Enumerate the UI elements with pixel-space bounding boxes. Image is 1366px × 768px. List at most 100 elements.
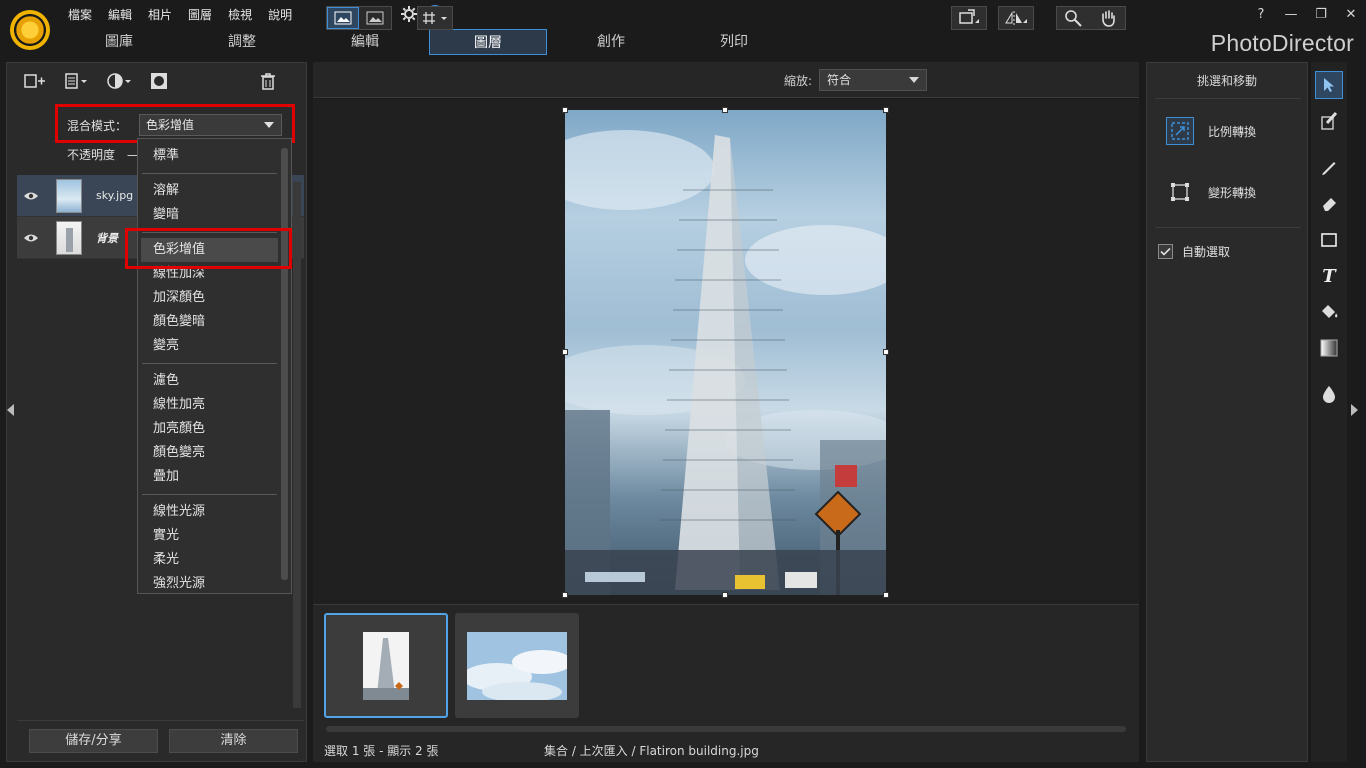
menu-separator [142, 494, 277, 495]
resize-handle[interactable] [562, 349, 568, 355]
shape-transform-label: 變形轉換 [1208, 185, 1257, 200]
blend-option[interactable]: 強烈光源 [138, 572, 278, 593]
adjustment-layer-icon[interactable] [106, 69, 132, 93]
shape-transform-option[interactable]: 變形轉換 [1166, 178, 1256, 206]
zoom-select[interactable]: 符合 [819, 69, 927, 91]
grid-toggle-icon[interactable] [417, 6, 453, 30]
blend-option[interactable]: 柔光 [138, 548, 278, 572]
menu-view[interactable]: 檢視 [220, 5, 260, 25]
minimize-button[interactable]: — [1276, 2, 1306, 26]
single-view-icon[interactable] [327, 7, 359, 29]
zoom-value: 符合 [827, 73, 852, 87]
menu-file[interactable]: 檔案 [60, 5, 100, 25]
restore-button[interactable]: ❐ [1306, 2, 1336, 26]
blend-mode-dropdown: 標準 溶解 變暗 色彩增值 線性加深 加深顏色 顏色變暗 變亮 濾色 線性加亮 … [137, 138, 292, 594]
resize-handle[interactable] [562, 592, 568, 598]
dropdown-scrollbar[interactable] [281, 148, 288, 580]
blend-option[interactable]: 溶解 [138, 179, 278, 203]
text-tool-glyph: T [1322, 265, 1336, 287]
tab-print[interactable]: 列印 [675, 29, 793, 55]
tab-layers[interactable]: 圖層 [429, 29, 547, 55]
tab-adjust[interactable]: 調整 [183, 29, 301, 55]
collapse-left-arrow-icon[interactable] [7, 404, 14, 416]
tab-edit[interactable]: 編輯 [306, 29, 424, 55]
layer-thumbnail [56, 220, 82, 255]
menu-help[interactable]: 說明 [260, 5, 300, 25]
blend-option[interactable]: 變暗 [138, 203, 278, 227]
photo-composite-image [565, 130, 886, 595]
building-thumbnail-image [363, 631, 409, 700]
checkmark-icon [1160, 247, 1171, 256]
text-tool-icon[interactable]: T [1315, 262, 1343, 290]
clear-button[interactable]: 清除 [169, 729, 298, 753]
blend-option[interactable]: 疊加 [138, 465, 278, 489]
blend-option[interactable]: 實光 [138, 524, 278, 548]
menu-layer[interactable]: 圖層 [180, 5, 220, 25]
sky-thumbnail-image [467, 631, 567, 700]
gradient-tool-icon[interactable] [1315, 334, 1343, 362]
blend-option[interactable]: 變亮 [138, 334, 278, 358]
shape-transform-icon [1166, 178, 1194, 206]
menu-photo[interactable]: 相片 [140, 5, 180, 25]
resize-handle[interactable] [883, 592, 889, 598]
panel-divider [1155, 227, 1301, 228]
compare-view-icon[interactable] [359, 7, 391, 29]
rotate-icon[interactable] [951, 6, 987, 30]
add-layer-icon[interactable] [22, 69, 46, 93]
paint-bucket-tool-icon[interactable] [1315, 298, 1343, 326]
blend-option[interactable]: 加亮顏色 [138, 417, 278, 441]
scale-transform-icon [1166, 117, 1194, 145]
drop-blur-tool-icon[interactable] [1315, 380, 1343, 408]
resize-handle[interactable] [562, 107, 568, 113]
rectangle-tool-icon[interactable] [1315, 226, 1343, 254]
filmstrip-thumbnail-building[interactable] [324, 613, 448, 718]
blend-option[interactable]: 線性加亮 [138, 393, 278, 417]
window-controls: ? — ❐ ✕ [1246, 2, 1366, 26]
close-button[interactable]: ✕ [1336, 2, 1366, 26]
app-logo-icon[interactable] [10, 10, 50, 50]
tab-create[interactable]: 創作 [552, 29, 670, 55]
layers-scrollbar[interactable] [293, 182, 301, 708]
pencil-tool-icon[interactable] [1315, 153, 1343, 181]
blend-option[interactable]: 加深顏色 [138, 286, 278, 310]
flip-icon[interactable] [998, 6, 1034, 30]
brand-title: PhotoDirector [1210, 30, 1354, 56]
blend-option[interactable]: 濾色 [138, 369, 278, 393]
resize-handle[interactable] [883, 349, 889, 355]
zoom-label: 縮放: [784, 74, 813, 88]
settings-gear-icon[interactable] [399, 4, 419, 24]
eraser-tool-icon[interactable] [1315, 189, 1343, 217]
trash-icon[interactable] [260, 69, 276, 93]
layer-thumbnail [56, 178, 82, 213]
blend-option[interactable]: 線性光源 [138, 500, 278, 524]
help-button[interactable]: ? [1246, 2, 1276, 26]
layer-properties-icon[interactable] [64, 69, 88, 93]
select-move-tool-icon[interactable] [1315, 71, 1343, 99]
collapse-right-arrow-icon[interactable] [1351, 404, 1358, 416]
auto-select-option[interactable]: 自動選取 [1158, 243, 1230, 260]
save-share-button[interactable]: 儲存/分享 [29, 729, 158, 753]
visibility-eye-icon[interactable] [19, 233, 43, 243]
visibility-eye-icon[interactable] [19, 191, 43, 201]
scale-transform-label: 比例轉換 [1208, 124, 1257, 139]
tab-library[interactable]: 圖庫 [60, 29, 178, 55]
resize-handle[interactable] [883, 107, 889, 113]
blend-option[interactable]: 顏色變暗 [138, 310, 278, 334]
scale-transform-option[interactable]: 比例轉換 [1166, 117, 1256, 145]
blend-option[interactable]: 顏色變亮 [138, 441, 278, 465]
menu-separator [142, 173, 277, 174]
resize-handle[interactable] [722, 107, 728, 113]
layer-mask-icon[interactable] [150, 69, 168, 93]
tool-panel-title: 挑選和移動 [1196, 74, 1257, 88]
photo-canvas[interactable] [565, 110, 886, 595]
resize-handle[interactable] [722, 592, 728, 598]
filmstrip-scrollbar[interactable] [326, 726, 1126, 732]
blend-option[interactable]: 標準 [138, 144, 278, 168]
auto-select-checkbox[interactable] [1158, 244, 1173, 259]
layers-toolbar [22, 68, 294, 94]
filmstrip-thumbnail-sky[interactable] [455, 613, 579, 718]
brush-stamp-tool-icon[interactable] [1315, 107, 1343, 135]
hand-pan-icon[interactable] [1091, 9, 1125, 27]
menu-edit[interactable]: 編輯 [100, 5, 140, 25]
zoom-magnifier-icon[interactable] [1057, 9, 1091, 27]
